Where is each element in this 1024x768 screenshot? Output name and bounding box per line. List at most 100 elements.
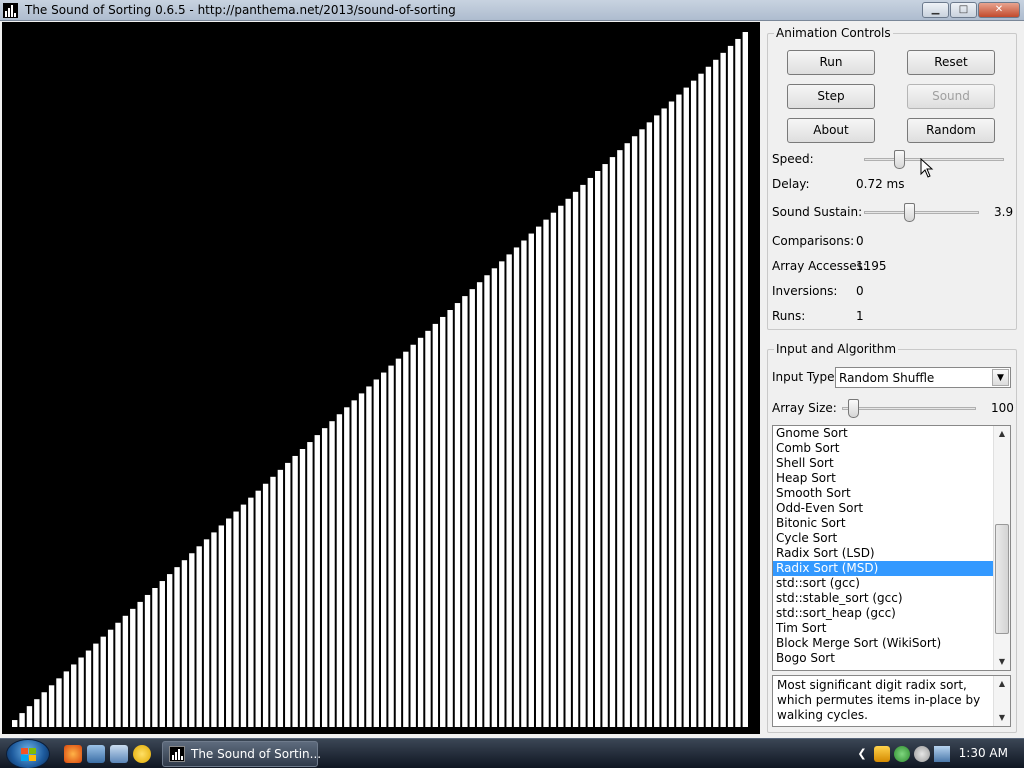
description-scrollbar[interactable]: ▲ ▼	[993, 676, 1010, 726]
messenger-status-icon[interactable]	[894, 746, 910, 762]
reset-button[interactable]: Reset	[907, 50, 995, 75]
runs-value: 1	[856, 309, 864, 323]
run-button[interactable]: Run	[787, 50, 875, 75]
algorithm-list-item[interactable]: std::stable_sort (gcc)	[773, 591, 993, 606]
array-bar	[314, 435, 320, 727]
array-size-slider-thumb[interactable]	[848, 399, 859, 418]
sound-button[interactable]: Sound	[907, 84, 995, 109]
array-bar	[174, 567, 180, 727]
array-bar	[425, 330, 431, 727]
array-bar	[344, 407, 350, 727]
client-area: Animation Controls Run Reset Step Sound …	[0, 21, 1024, 738]
array-bar	[299, 449, 306, 727]
algorithm-list-item[interactable]: std::sort_heap (gcc)	[773, 606, 993, 621]
array-bar	[506, 254, 512, 727]
array-size-slider[interactable]	[842, 399, 976, 419]
array-bar	[469, 289, 475, 727]
array-bar	[144, 594, 151, 727]
array-bar	[595, 171, 601, 727]
scroll-down-arrow-icon[interactable]: ▼	[994, 654, 1010, 670]
sustain-slider[interactable]	[864, 203, 979, 223]
array-bar	[41, 692, 47, 727]
array-bar	[321, 428, 328, 727]
array-bar	[432, 323, 439, 727]
algorithm-list-item[interactable]: Cycle Sort	[773, 531, 993, 546]
array-bar	[631, 136, 638, 727]
speed-slider[interactable]	[864, 150, 1004, 170]
speed-slider-thumb[interactable]	[894, 150, 905, 169]
array-bar	[499, 261, 505, 727]
switch-windows-icon[interactable]	[110, 745, 128, 763]
array-bar	[683, 87, 689, 728]
sustain-slider-thumb[interactable]	[904, 203, 915, 222]
sustain-label: Sound Sustain:	[772, 205, 863, 219]
array-bar	[152, 588, 158, 727]
algorithm-list-item[interactable]: Radix Sort (LSD)	[773, 546, 993, 561]
minimize-button[interactable]: ▁	[922, 2, 949, 18]
algorithm-description: Most significant digit radix sort, which…	[777, 678, 981, 722]
algorithm-list-item[interactable]: Tim Sort	[773, 621, 993, 636]
array-bar	[189, 553, 195, 727]
array-bar	[159, 581, 165, 727]
array-bar	[609, 157, 616, 728]
algorithm-list-item[interactable]: Block Merge Sort (WikiSort)	[773, 636, 993, 651]
input-type-select[interactable]: Random Shuffle ▼	[835, 367, 1011, 388]
algorithm-list[interactable]: Gnome Sort Comb Sort Shell Sort Heap Sort Sm…	[772, 425, 1011, 671]
chevron-left-icon[interactable]: ❮	[854, 746, 870, 762]
random-button[interactable]: Random	[907, 118, 995, 143]
inversions-value: 0	[856, 284, 864, 298]
array-accesses-label: Array Accesses:	[772, 259, 867, 273]
about-button[interactable]: About	[787, 118, 875, 143]
security-shield-icon[interactable]	[874, 746, 890, 762]
array-bar	[713, 59, 719, 728]
algorithm-list-item[interactable]: Smooth Sort	[773, 486, 993, 501]
algorithm-list-item[interactable]: std::sort (gcc)	[773, 576, 993, 591]
array-bar	[71, 664, 77, 727]
array-bar	[661, 108, 667, 727]
algorithm-list-item[interactable]: Shell Sort	[773, 456, 993, 471]
array-bar	[580, 184, 586, 727]
array-bar	[34, 699, 40, 727]
messenger-icon[interactable]	[133, 745, 151, 763]
scrollbar-thumb[interactable]	[995, 524, 1009, 634]
array-bar	[587, 177, 594, 727]
network-icon[interactable]	[934, 746, 950, 762]
array-bar	[572, 191, 579, 728]
algorithm-list-scrollbar[interactable]: ▲ ▼	[993, 426, 1010, 670]
algorithm-list-item[interactable]: Bitonic Sort	[773, 516, 993, 531]
scroll-up-arrow-icon[interactable]: ▲	[994, 676, 1010, 692]
array-bar	[26, 706, 33, 727]
chevron-down-icon[interactable]: ▼	[992, 369, 1009, 386]
sync-icon[interactable]	[914, 746, 930, 762]
scroll-down-arrow-icon[interactable]: ▼	[994, 710, 1010, 726]
algorithm-list-item[interactable]: Comb Sort	[773, 441, 993, 456]
algorithm-list-item[interactable]: Radix Sort (MSD)	[773, 561, 993, 576]
close-button[interactable]: ✕	[978, 2, 1020, 18]
speed-label: Speed:	[772, 152, 814, 166]
taskbar-item-sound-of-sorting[interactable]: The Sound of Sortin...	[162, 741, 321, 767]
start-button[interactable]	[6, 739, 50, 768]
step-button[interactable]: Step	[787, 84, 875, 109]
show-desktop-icon[interactable]	[87, 745, 105, 763]
runs-label: Runs:	[772, 309, 806, 323]
array-bar	[107, 629, 114, 727]
algorithm-list-item[interactable]: Bogo Sort	[773, 651, 993, 666]
maximize-button[interactable]: □	[950, 2, 977, 18]
scroll-up-arrow-icon[interactable]: ▲	[994, 426, 1010, 442]
array-bar	[462, 296, 468, 727]
array-bar	[550, 212, 557, 727]
sort-visualization	[2, 22, 760, 734]
firefox-icon[interactable]	[64, 745, 82, 763]
array-bar	[727, 45, 734, 727]
array-bar	[639, 129, 645, 728]
algorithm-list-item[interactable]: Heap Sort	[773, 471, 993, 486]
array-bar	[78, 657, 84, 727]
algorithm-list-item[interactable]: Odd-Even Sort	[773, 501, 993, 516]
array-bar	[277, 469, 284, 727]
clock[interactable]: 1:30 AM	[959, 746, 1008, 760]
array-bar	[410, 344, 416, 727]
comparisons-value: 0	[856, 234, 864, 248]
algorithm-list-item[interactable]: Gnome Sort	[773, 426, 993, 441]
array-bar	[646, 122, 653, 728]
title-bar: The Sound of Sorting 0.6.5 - http://pant…	[0, 0, 1024, 21]
